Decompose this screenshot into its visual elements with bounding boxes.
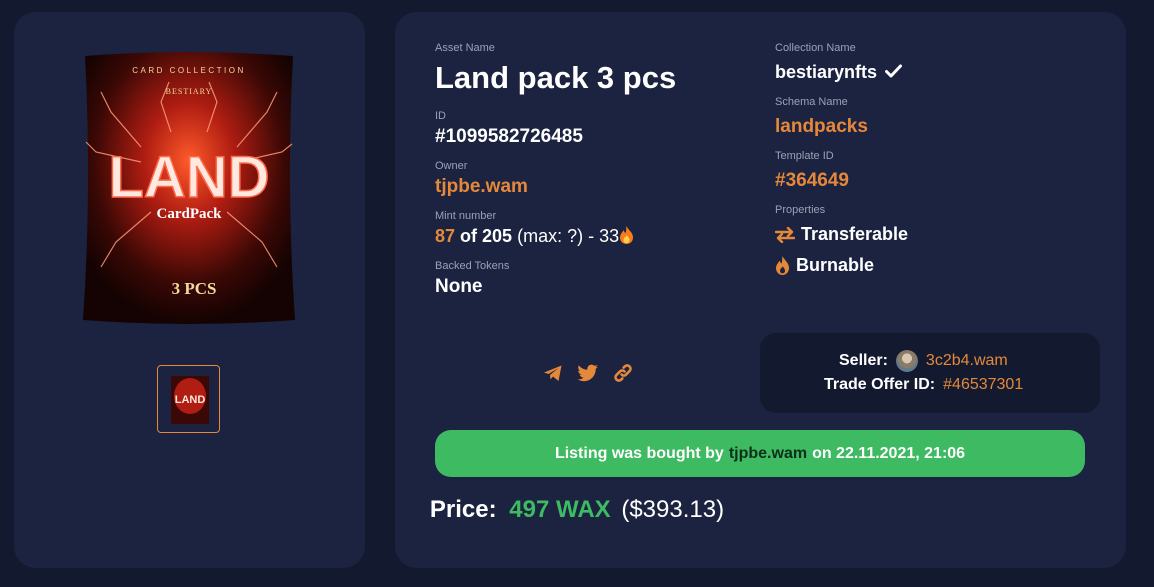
asset-name-label: Asset Name bbox=[435, 42, 495, 54]
collection-name-link[interactable]: bestiarynfts bbox=[775, 62, 903, 83]
telegram-icon[interactable] bbox=[542, 362, 564, 384]
backed-tokens: None bbox=[435, 276, 483, 297]
mint-number: 87 of 205 (max: ?) - 33 bbox=[435, 226, 634, 247]
backed-tokens-label: Backed Tokens bbox=[435, 260, 510, 272]
asset-id: #1099582726485 bbox=[435, 126, 583, 147]
mint-number-value: 87 bbox=[435, 226, 456, 246]
schema-name-label: Schema Name bbox=[775, 96, 848, 108]
price-wax: 497 WAX bbox=[509, 496, 611, 523]
transfer-arrows-icon bbox=[775, 226, 795, 243]
property-burnable: Burnable bbox=[775, 255, 874, 276]
price-label: Price: bbox=[429, 496, 497, 523]
seller-link[interactable]: 3c2b4.wam bbox=[926, 352, 1008, 370]
svg-text:LAND: LAND bbox=[175, 394, 206, 406]
flame-icon bbox=[776, 256, 789, 275]
asset-id-label: ID bbox=[435, 110, 446, 122]
thumbnail-image: LAND bbox=[171, 376, 209, 424]
collection-name-label: Collection Name bbox=[775, 42, 856, 54]
trade-offer-label: Trade Offer ID: bbox=[824, 376, 936, 393]
property-transferable-label: Transferable bbox=[801, 224, 909, 244]
property-burnable-label: Burnable bbox=[796, 255, 875, 275]
pack-brand-text: BESTIARY bbox=[166, 87, 213, 96]
pack-count-text: 3 PCS bbox=[172, 279, 217, 298]
listing-status-banner: Listing was bought by tjpbe.wam on 22.11… bbox=[435, 430, 1085, 477]
collection-name: bestiarynfts bbox=[775, 62, 878, 82]
schema-name-link[interactable]: landpacks bbox=[775, 116, 868, 138]
mint-label: Mint number bbox=[435, 210, 497, 222]
template-id-link[interactable]: #364649 bbox=[775, 170, 849, 192]
buyer-link[interactable]: tjpbe.wam bbox=[729, 445, 807, 463]
image-thumbnail[interactable]: LAND bbox=[157, 365, 220, 433]
verified-check-icon bbox=[885, 64, 903, 78]
link-icon[interactable] bbox=[612, 362, 634, 384]
banner-suffix: on 22.11.2021, 21:06 bbox=[812, 444, 966, 462]
banner-prefix: Listing was bought by bbox=[554, 444, 724, 462]
seller-row: Seller: 3c2b4.wam bbox=[839, 350, 1008, 372]
card-pack-image: CARD COLLECTION BESTIARY LAND CardPack 3… bbox=[83, 52, 295, 324]
seller-label: Seller: bbox=[839, 352, 888, 369]
seller-avatar bbox=[895, 350, 918, 372]
price-usd: ($393.13) bbox=[621, 496, 725, 523]
fire-icon bbox=[620, 226, 634, 244]
asset-name: Land pack 3 pcs bbox=[435, 60, 677, 95]
pack-sub-text: CardPack bbox=[157, 206, 223, 222]
twitter-icon[interactable] bbox=[577, 362, 599, 384]
owner-link[interactable]: tjpbe.wam bbox=[435, 176, 528, 198]
trade-offer-link[interactable]: #46537301 bbox=[943, 376, 1023, 394]
seller-info-box bbox=[760, 333, 1100, 413]
pack-big-text: LAND bbox=[108, 145, 269, 210]
owner-label: Owner bbox=[435, 160, 468, 172]
price-row: Price: 497 WAX ($393.13) bbox=[0, 496, 1154, 524]
mint-of: of 205 bbox=[460, 226, 513, 246]
property-transferable: Transferable bbox=[775, 224, 908, 245]
pack-header-text: CARD COLLECTION bbox=[132, 66, 246, 75]
mint-rest: (max: ?) - 33 bbox=[517, 226, 620, 246]
properties-label: Properties bbox=[775, 204, 826, 216]
trade-offer-row: Trade Offer ID: #46537301 bbox=[824, 376, 1023, 394]
template-id-label: Template ID bbox=[775, 150, 834, 162]
